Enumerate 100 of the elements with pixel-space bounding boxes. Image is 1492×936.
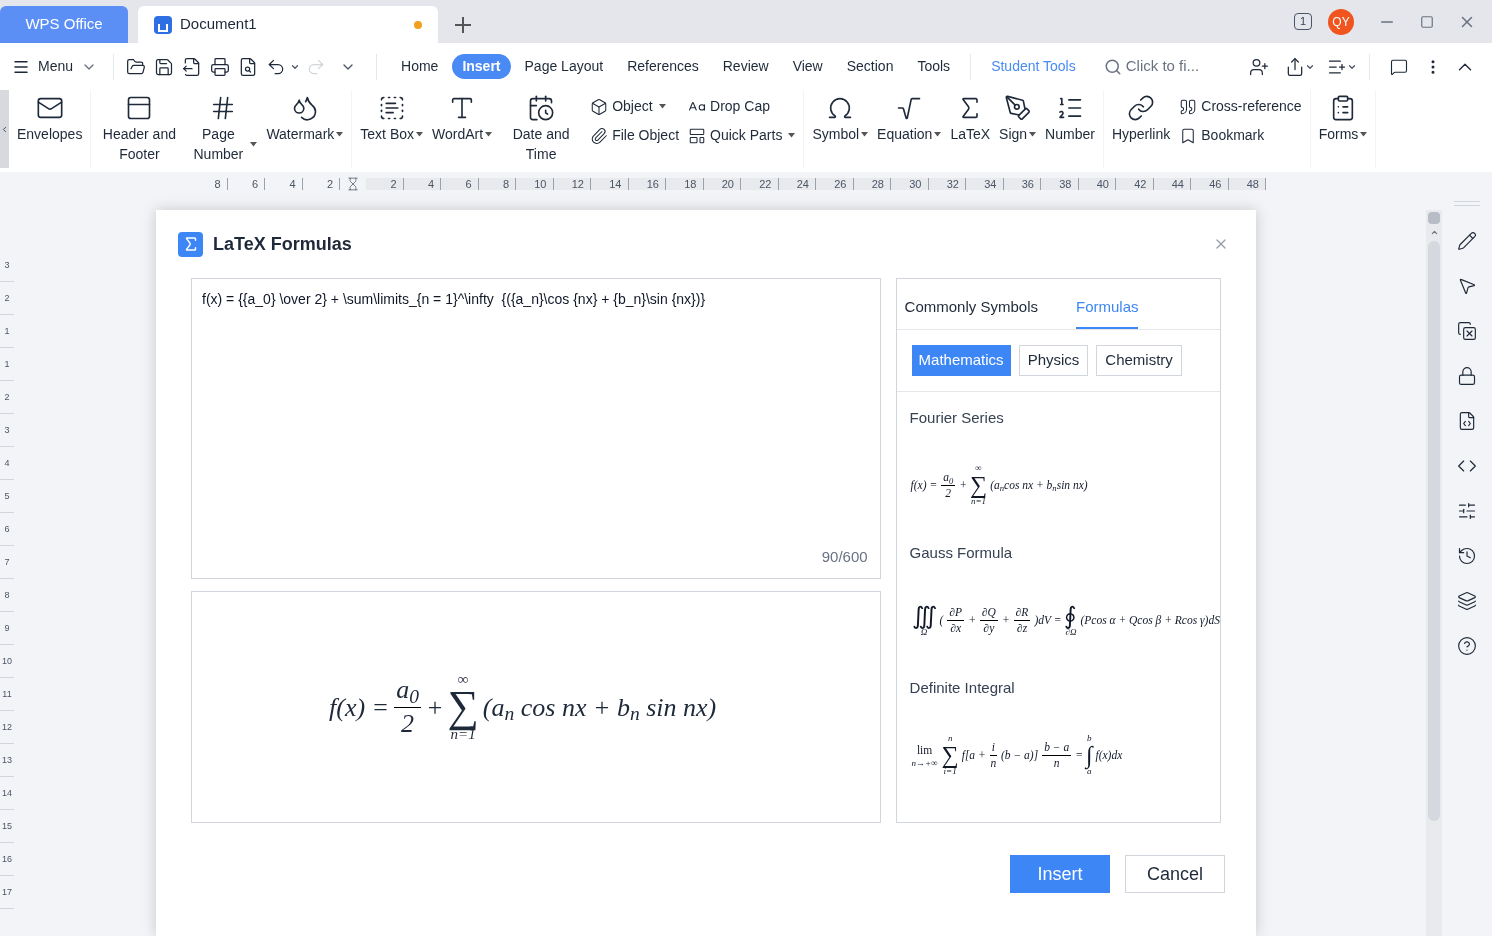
ruler-number: 44 [1153,177,1191,190]
ribbon-tab[interactable]: Review [712,54,779,79]
ribbon-button[interactable]: Watermark [262,94,348,144]
ribbon-button[interactable]: Text Box [356,94,428,144]
ribbon-button[interactable]: Header and Footer [95,94,184,164]
scroll-up-icon[interactable] [1429,228,1439,237]
maximize-icon[interactable] [1420,14,1434,29]
ribbon-small-button[interactable]: Cross-reference [1179,96,1302,117]
ruler-number: 36 [1003,177,1041,190]
fraction-denominator: n [990,755,997,771]
ribbon-tab[interactable]: References [617,54,709,79]
formula-text: (a$_{n}$ cos nx + b$_{n}$ sin nx) [482,691,717,727]
lock-icon[interactable] [1457,366,1477,386]
ruler-number: 1 [0,315,14,348]
operator-symbol: ∑ [970,473,988,498]
cancel-button[interactable]: Cancel [1125,855,1225,893]
ruler-number: 15 [0,810,14,843]
indent-marker-icon[interactable] [346,176,360,191]
limit-lower: n→+∞ [911,759,938,769]
formula-text: (Pcos α + Qcos β + Rcos γ)dS [1080,612,1220,629]
ruler-number: 12 [0,711,14,744]
user-add-icon[interactable] [1249,56,1269,77]
panel-tab[interactable]: Formulas [1075,295,1139,329]
panel-grip-icon[interactable] [1454,201,1480,206]
ribbon-small-button[interactable]: Bookmark [1179,125,1302,146]
fraction-denominator: 2 [945,485,952,501]
category-button[interactable]: Chemistry [1096,345,1182,376]
ribbon-button-label: WordArt [432,125,484,144]
folder-icon[interactable] [126,56,147,77]
ribbon-button-label: Header and Footer [101,125,177,164]
ribbon-button-label: Watermark [266,125,335,144]
cube-icon [590,97,609,116]
ribbon-button[interactable]: LaTeX [946,94,995,144]
limit-lower: ∂Ω [1065,627,1077,637]
ruler-number: 2 [366,177,404,190]
ribbon-tab[interactable]: Home [391,54,449,79]
copy-remove-icon[interactable] [1457,321,1477,341]
ribbon-tab[interactable]: Tools [907,54,961,79]
ruler-number: 8 [190,177,228,190]
ribbon-tab[interactable]: Page Layout [514,54,614,79]
print-icon[interactable] [210,56,231,77]
ribbon-tab[interactable]: Section [836,54,904,79]
ribbon-button[interactable]: Forms [1314,94,1372,144]
fraction-denominator: n [1053,755,1060,771]
history-icon[interactable] [1457,546,1477,566]
pencil-icon[interactable] [1457,231,1477,251]
category-button[interactable]: Physics [1018,345,1089,376]
ribbon-button-label: Forms [1318,125,1359,144]
window-count-icon[interactable]: 1 [1293,13,1312,30]
fraction-numerator: a$_{0}$ [942,470,955,485]
menu-button[interactable]: Menu [12,56,106,77]
ribbon-button-label: Text Box [360,125,415,144]
chevron-left-icon [0,124,9,134]
category-button[interactable]: Mathematics [911,345,1011,376]
ruler-number: 4 [403,177,441,190]
latex-input[interactable]: f(x) = {{a_0} \over 2} + \sum\limits_{n = 1}^\infty {({a_n}\cos {nx} + {b_n}\sin {nx})} [202,289,870,546]
formula-name: Gauss Formula [909,542,1014,563]
ribbon-button-label: Envelopes [17,125,83,144]
fraction-numerator: i [990,740,996,755]
operator-symbol: ∮ [1064,603,1078,628]
ruler-number: 13 [0,744,14,777]
ribbon-small-button[interactable]: Drop Cap [688,96,796,117]
ribbon-button[interactable]: Envelopes [13,94,87,144]
user-avatar[interactable]: QY [1328,8,1354,35]
panel-tab[interactable]: Commonly Symbols [904,295,1038,329]
ribbon-button[interactable]: Page Number [184,94,262,164]
search-field[interactable]: Click to fi... [1103,55,1224,78]
formula-text: + [968,612,976,628]
ribbon-small-button[interactable]: Quick Parts [688,125,796,146]
ruler-number: 1 [0,348,14,381]
ribbon-button[interactable]: Date and Time [497,94,586,164]
formula-text: = [1075,747,1083,763]
ribbon-button[interactable]: Hyperlink [1107,94,1175,144]
ruler-number: 24 [778,177,816,190]
formula-text: f(x) = [910,477,938,494]
ribbon-small-button[interactable]: File Object [590,125,680,146]
fraction-denominator: ∂x [950,620,962,636]
insert-button[interactable]: Insert [1010,855,1110,893]
document-tab[interactable]: Document1 [138,6,438,43]
ruler-number: 3 [0,249,14,282]
save-icon[interactable] [154,56,175,77]
ribbon-button[interactable]: Number [1041,94,1099,144]
ruler-number: 2 [302,177,340,190]
pointer-icon[interactable] [1457,276,1477,296]
share-icon[interactable] [1285,56,1305,77]
ribbon-tab[interactable]: View [782,54,833,79]
latex-input-field[interactable]: f(x) = {{a_0} \over 2} + \sum\limits_{n = 1}^\infty {({a_n}\cos {nx} + {b_n}\sin {nx})} 90/600 [191,278,881,579]
fraction-denominator: ∂z [1016,620,1028,636]
ribbon-button[interactable]: Equation [873,94,946,144]
help-icon[interactable] [1457,636,1477,656]
ruler-number: 28 [853,177,891,190]
ribbon-tab[interactable]: Student Tools [981,54,1086,79]
ribbon-button[interactable]: Symbol [808,94,873,144]
ruler-number: 40 [1078,177,1116,190]
sliders-icon[interactable] [1457,501,1477,521]
code-file-icon[interactable] [1457,411,1477,431]
ribbon-button[interactable]: Sign [995,94,1041,144]
ribbon-small-button[interactable]: Object [590,96,680,117]
comment-icon[interactable] [1390,57,1408,76]
ribbon-button[interactable]: WordArt [428,94,497,144]
